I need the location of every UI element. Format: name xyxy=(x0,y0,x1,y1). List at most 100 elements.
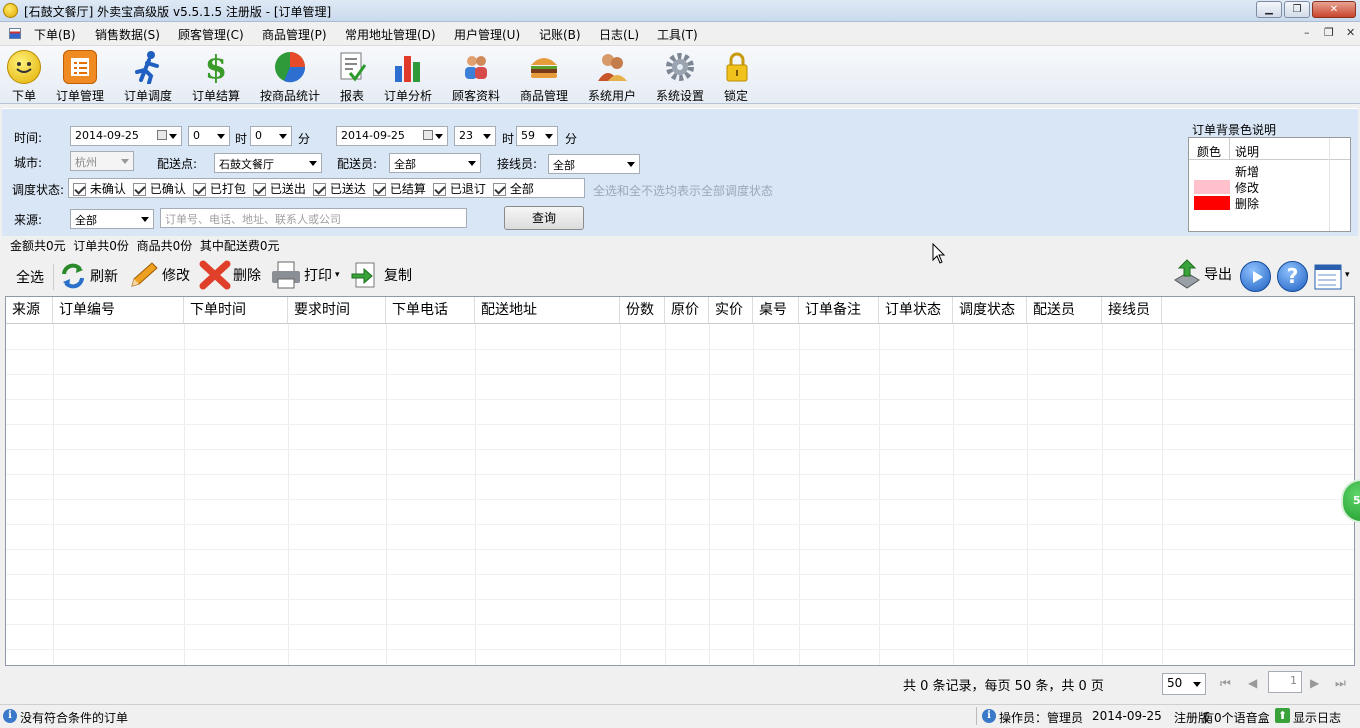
toolbar-order-management-button[interactable]: 订单管理 xyxy=(54,46,106,104)
play-icon[interactable] xyxy=(1240,261,1271,292)
orders-grid[interactable]: 来源 订单编号 下单时间 要求时间 下单电话 配送地址 份数 原价 实价 桌号 … xyxy=(5,296,1355,666)
grid-row-line xyxy=(6,649,1354,650)
col-header-remark[interactable]: 订单备注 xyxy=(799,297,879,323)
toolbar-customer-button[interactable]: 顾客资料 xyxy=(450,46,502,104)
grid-row-line xyxy=(6,374,1354,375)
column-settings-icon[interactable] xyxy=(1314,263,1344,291)
toolbar-lock-button[interactable]: 锁定 xyxy=(720,46,752,104)
menu-products[interactable]: 商品管理(P) xyxy=(262,26,327,43)
menu-customers[interactable]: 顾客管理(C) xyxy=(178,26,244,43)
menu-tools[interactable]: 工具(T) xyxy=(657,26,698,43)
operator-select[interactable]: 全部 xyxy=(548,154,640,174)
col-header-quantity[interactable]: 份数 xyxy=(620,297,665,323)
col-header-order-status[interactable]: 订单状态 xyxy=(879,297,953,323)
grid-column-line xyxy=(709,324,710,665)
end-date-picker[interactable]: 2014-09-25 xyxy=(336,126,448,146)
toolbar-order-button[interactable]: 下单 xyxy=(4,46,44,104)
mdi-window-icon[interactable] xyxy=(9,28,21,39)
menu-logs[interactable]: 日志(L) xyxy=(599,26,639,43)
col-header-order-id[interactable]: 订单编号 xyxy=(53,297,184,323)
next-page-icon[interactable]: ▶ xyxy=(1310,676,1319,690)
status-confirmed-checkbox[interactable]: 已确认 xyxy=(133,180,186,197)
grid-row-line xyxy=(6,399,1354,400)
mdi-close-button[interactable]: ✕ xyxy=(1346,26,1355,39)
copy-button[interactable]: 复制 xyxy=(350,261,412,289)
menu-accounting[interactable]: 记账(B) xyxy=(539,26,581,43)
col-header-address[interactable]: 配送地址 xyxy=(475,297,620,323)
menu-users[interactable]: 用户管理(U) xyxy=(454,26,520,43)
minimize-button[interactable]: ▁ xyxy=(1256,1,1282,18)
page-size-select[interactable]: 50 xyxy=(1162,673,1206,695)
toolbar-report-button[interactable]: 报表 xyxy=(334,46,370,104)
first-page-icon[interactable]: ⏮ xyxy=(1220,676,1231,691)
gear-icon xyxy=(663,50,697,84)
status-cancelled-checkbox[interactable]: 已退订 xyxy=(433,180,486,197)
col-header-phone[interactable]: 下单电话 xyxy=(386,297,475,323)
menu-bar: 下单(B) 销售数据(S) 顾客管理(C) 商品管理(P) 常用地址管理(D) … xyxy=(0,22,1360,46)
grid-column-line xyxy=(386,324,387,665)
toolbar-product-management-button[interactable]: 商品管理 xyxy=(518,46,570,104)
col-header-actual-price[interactable]: 实价 xyxy=(709,297,753,323)
status-packed-checkbox[interactable]: 已打包 xyxy=(193,180,246,197)
last-page-icon[interactable]: ⏭ xyxy=(1335,676,1346,691)
toolbar-system-users-button[interactable]: 系统用户 xyxy=(586,46,638,104)
delete-button[interactable]: 删除 xyxy=(199,260,261,290)
mdi-restore-button[interactable]: ❐ xyxy=(1324,26,1334,39)
status-sent-checkbox[interactable]: 已送出 xyxy=(253,180,306,197)
refresh-button[interactable]: 刷新 xyxy=(60,262,118,290)
maximize-button[interactable]: ❐ xyxy=(1284,1,1310,18)
summary-fee: 其中配送费0元 xyxy=(199,239,280,253)
pie-chart-icon xyxy=(273,50,307,84)
query-button[interactable]: 查询 xyxy=(504,206,584,230)
status-separator xyxy=(976,707,977,725)
start-minute-select[interactable]: 0 xyxy=(250,126,292,146)
close-button[interactable]: ✕ xyxy=(1312,1,1356,18)
source-select[interactable]: 全部 xyxy=(70,209,154,229)
show-log-link[interactable]: 显示日志 xyxy=(1293,709,1341,726)
start-date-picker[interactable]: 2014-09-25 xyxy=(70,126,182,146)
status-hint: 全选和全不选均表示全部调度状态 xyxy=(593,184,774,198)
status-delivered-checkbox[interactable]: 已送达 xyxy=(313,180,366,197)
end-hour-select[interactable]: 23 xyxy=(454,126,496,146)
up-arrow-icon[interactable]: ⬆ xyxy=(1275,708,1290,723)
grid-column-line xyxy=(184,324,185,665)
status-date: 2014-09-25 xyxy=(1092,709,1162,723)
info-icon: i xyxy=(982,709,996,723)
prev-page-icon[interactable]: ◀ xyxy=(1248,676,1257,690)
mdi-minimize-button[interactable]: – xyxy=(1304,26,1310,39)
col-header-courier[interactable]: 配送员 xyxy=(1027,297,1102,323)
column-settings-dropdown-icon[interactable]: ▾ xyxy=(1345,270,1350,280)
help-icon[interactable]: ? xyxy=(1277,261,1308,292)
export-button[interactable]: 导出 xyxy=(1172,259,1232,289)
dispatch-point-select[interactable]: 石鼓文餐厅 xyxy=(214,153,322,173)
toolbar-order-analysis-button[interactable]: 订单分析 xyxy=(382,46,434,104)
menu-sales[interactable]: 销售数据(S) xyxy=(95,26,160,43)
report-icon xyxy=(335,50,369,84)
toolbar-settlement-button[interactable]: $ 订单结算 xyxy=(190,46,242,104)
grid-column-line xyxy=(879,324,880,665)
select-all-button[interactable]: 全选 xyxy=(16,263,44,291)
status-unconfirmed-checkbox[interactable]: 未确认 xyxy=(73,180,126,197)
edit-button[interactable]: 修改 xyxy=(128,261,190,289)
col-header-dispatch-status[interactable]: 调度状态 xyxy=(953,297,1027,323)
col-header-table-number[interactable]: 桌号 xyxy=(753,297,799,323)
status-settled-checkbox[interactable]: 已结算 xyxy=(373,180,426,197)
col-header-source[interactable]: 来源 xyxy=(6,297,53,323)
courier-select[interactable]: 全部 xyxy=(389,153,481,173)
page-number-input[interactable]: 1 xyxy=(1268,671,1302,693)
print-button[interactable]: 打印 ▾ xyxy=(270,261,340,289)
start-hour-select[interactable]: 0 xyxy=(188,126,230,146)
toolbar-product-stats-button[interactable]: 按商品统计 xyxy=(258,46,322,104)
toolbar-dispatch-button[interactable]: 订单调度 xyxy=(122,46,174,104)
col-header-operator[interactable]: 接线员 xyxy=(1102,297,1162,323)
menu-order[interactable]: 下单(B) xyxy=(34,26,76,43)
toolbar-system-settings-button[interactable]: 系统设置 xyxy=(654,46,706,104)
status-all-checkbox[interactable]: 全部 xyxy=(493,180,534,197)
menu-addresses[interactable]: 常用地址管理(D) xyxy=(345,26,436,43)
end-minute-select[interactable]: 59 xyxy=(516,126,558,146)
dispatch-status-label: 调度状态: xyxy=(12,183,65,197)
col-header-original-price[interactable]: 原价 xyxy=(665,297,709,323)
col-header-required-time[interactable]: 要求时间 xyxy=(288,297,386,323)
search-input[interactable]: 订单号、电话、地址、联系人或公司 xyxy=(160,208,467,228)
col-header-order-time[interactable]: 下单时间 xyxy=(184,297,288,323)
